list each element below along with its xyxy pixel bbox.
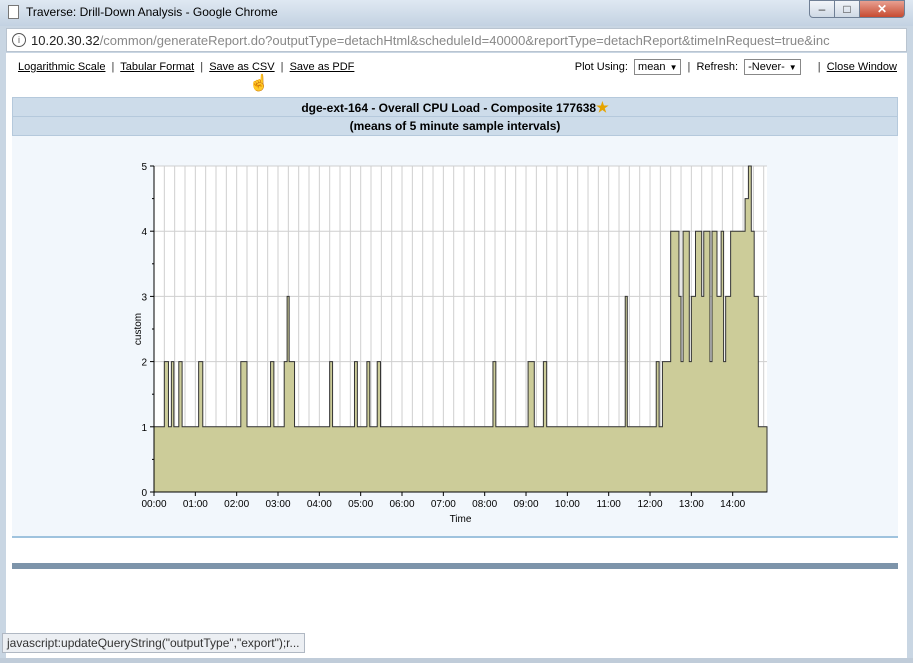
x-tick-label: 04:00 — [307, 499, 332, 510]
x-tick-label: 09:00 — [514, 499, 539, 510]
separator: | — [280, 61, 284, 73]
chevron-down-icon: ▼ — [788, 63, 797, 72]
separator: | — [111, 61, 115, 73]
report-toolbar-left: Logarithmic Scale | Tabular Format | Sav… — [18, 61, 354, 73]
separator: | — [200, 61, 204, 73]
report-title-bar: dge-ext-164 - Overall CPU Load - Composi… — [12, 97, 898, 117]
x-tick-label: 14:00 — [720, 499, 745, 510]
address-bar[interactable]: i 10.20.30.32/common/generateReport.do?o… — [6, 28, 907, 52]
refresh-select[interactable]: -Never- ▼ — [744, 59, 801, 75]
x-axis-label: Time — [450, 514, 472, 525]
tabular-format-link[interactable]: Tabular Format — [120, 61, 194, 73]
x-tick-label: 03:00 — [265, 499, 290, 510]
url-text[interactable]: 10.20.30.32/common/generateReport.do?out… — [31, 33, 903, 48]
plot-using-value: mean — [638, 61, 666, 73]
hand-cursor-icon: ☝ — [249, 75, 269, 92]
y-tick-label: 2 — [141, 358, 147, 369]
minimize-button[interactable]: – — [809, 0, 835, 18]
star-icon[interactable]: ★ — [596, 99, 609, 115]
chevron-down-icon: ▼ — [669, 63, 678, 72]
plot-using-label: Plot Using: — [574, 60, 628, 73]
divider — [12, 563, 898, 569]
close-window-link[interactable]: Close Window — [827, 61, 897, 73]
window-title: Traverse: Drill-Down Analysis - Google C… — [26, 5, 278, 19]
save-csv-link[interactable]: Save as CSV — [209, 61, 274, 73]
maximize-button[interactable]: □ — [834, 0, 860, 18]
report-subtitle: (means of 5 minute sample intervals) — [349, 119, 561, 133]
refresh-label: Refresh: — [696, 60, 739, 73]
report-page: Logarithmic Scale | Tabular Format | Sav… — [6, 53, 907, 658]
info-icon[interactable]: i — [12, 33, 26, 47]
y-tick-label: 5 — [141, 162, 147, 173]
x-tick-label: 06:00 — [389, 499, 414, 510]
separator: | — [687, 60, 691, 73]
page-icon — [8, 5, 19, 19]
status-bubble: javascript:updateQueryString("outputType… — [2, 633, 305, 653]
refresh-value: -Never- — [748, 61, 785, 73]
x-tick-label: 05:00 — [348, 499, 373, 510]
report-title: dge-ext-164 - Overall CPU Load - Composi… — [301, 101, 597, 115]
divider — [12, 536, 898, 538]
x-tick-label: 11:00 — [597, 499, 622, 510]
report-toolbar-right: Plot Using: mean ▼ | Refresh: -Never- ▼ | … — [575, 59, 897, 75]
x-tick-label: 12:00 — [638, 499, 663, 510]
x-tick-label: 07:00 — [431, 499, 456, 510]
y-tick-label: 1 — [141, 423, 147, 434]
y-axis-label: custom — [133, 313, 144, 345]
chart-container: 0 1 2 3 4 5 00:00 01:00 02:00 03:00 04:00 05:00 06:0… — [12, 136, 898, 536]
y-tick-label: 0 — [141, 488, 147, 499]
report-subtitle-bar: (means of 5 minute sample intervals) — [12, 116, 898, 136]
save-pdf-link[interactable]: Save as PDF — [290, 61, 355, 73]
y-tick-label: 3 — [141, 292, 147, 303]
url-path: /common/generateReport.do?outputType=det… — [99, 33, 830, 48]
x-tick-label: 00:00 — [141, 499, 166, 510]
x-tick-label: 02:00 — [224, 499, 249, 510]
cpu-load-chart: 0 1 2 3 4 5 00:00 01:00 02:00 03:00 04:00 05:00 06:0… — [133, 162, 768, 525]
window-bottom-edge — [0, 658, 913, 663]
x-tick-label: 10:00 — [555, 499, 580, 510]
separator: | — [817, 60, 821, 73]
x-tick-label: 08:00 — [472, 499, 497, 510]
close-button[interactable]: ✕ — [859, 0, 905, 18]
window-titlebar: Traverse: Drill-Down Analysis - Google C… — [0, 0, 913, 26]
y-tick-label: 4 — [141, 227, 147, 238]
plot-using-select[interactable]: mean ▼ — [634, 59, 682, 75]
url-host: 10.20.30.32 — [31, 33, 100, 48]
logarithmic-scale-link[interactable]: Logarithmic Scale — [18, 61, 105, 73]
x-tick-label: 01:00 — [183, 499, 208, 510]
x-tick-label: 13:00 — [679, 499, 704, 510]
